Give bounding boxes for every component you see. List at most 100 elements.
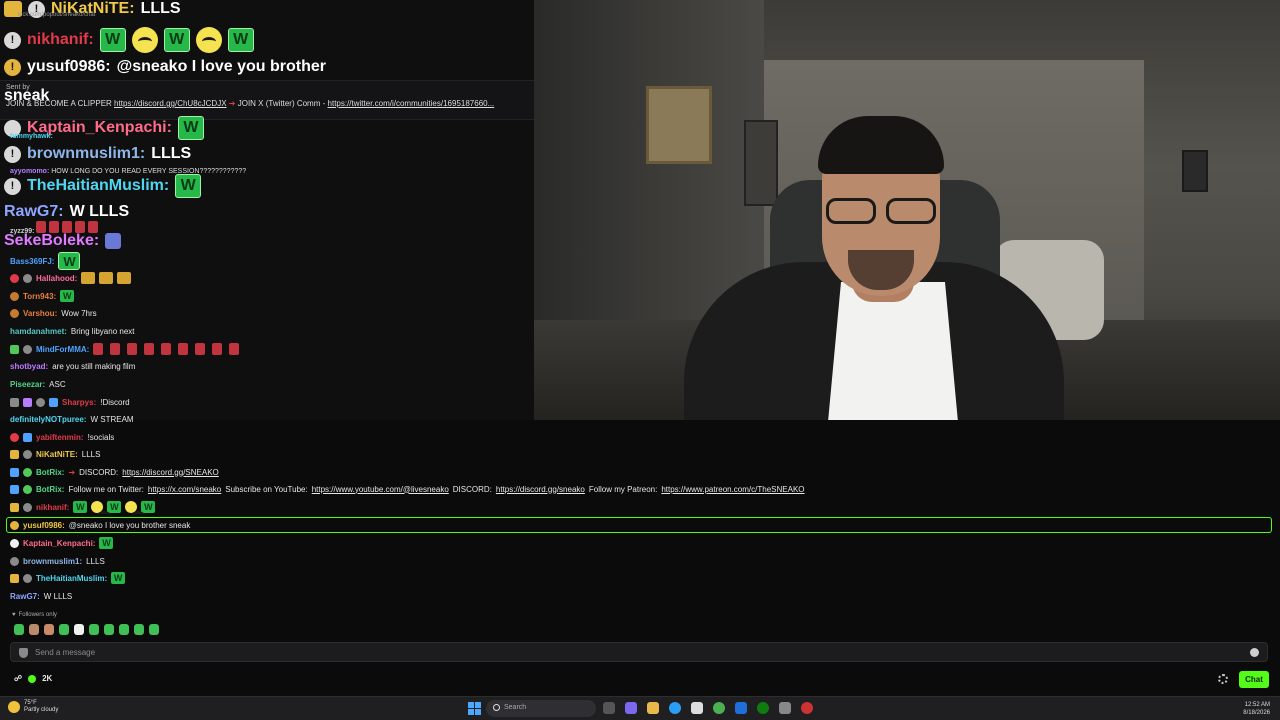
xbox-icon[interactable] — [757, 702, 769, 714]
chat-username[interactable]: definitelyNOTpuree: — [10, 415, 86, 424]
emote-icon — [110, 343, 121, 355]
chat-username[interactable]: RawG7: — [10, 592, 40, 601]
chat-message: W LLLS — [43, 591, 73, 601]
emote-button-icon[interactable] — [44, 624, 54, 635]
chat-username[interactable]: Torn943: — [23, 292, 56, 301]
followers-only-notice: ♥ Followers only — [12, 612, 57, 618]
chat-message: Bring libyano next — [70, 326, 135, 336]
gift-badge-icon — [10, 520, 19, 530]
w-stream-emote-icon: W — [177, 116, 204, 140]
face-emote-icon — [125, 501, 146, 514]
youtube-link[interactable]: https://www.youtube.com/@livesneako — [312, 485, 449, 494]
message-input-box[interactable] — [10, 642, 1268, 662]
windows-start-icon[interactable] — [468, 702, 481, 715]
chat-username[interactable]: TheHaitianMuslim: — [36, 574, 107, 583]
chat-message: are you still making film — [52, 361, 136, 371]
chat-message: Wow 7hrs — [61, 308, 97, 318]
app-icon[interactable] — [779, 702, 791, 714]
emote-button-icon[interactable] — [119, 624, 129, 635]
w-emote-icon: W — [107, 501, 122, 513]
big-chat-line: RawG7: W LLLS — [4, 203, 129, 221]
chat-row-bot: BotRix: ➔ DISCORD: https://discord.gg/SN… — [10, 465, 219, 479]
chat-send-button[interactable]: Chat — [1239, 671, 1269, 688]
chat-username[interactable]: nikhanif: — [27, 31, 94, 49]
chat-username[interactable]: nikhanif: — [36, 503, 69, 512]
gift-badge-icon — [10, 502, 19, 512]
chat-message: W STREAM — [90, 414, 134, 424]
pinned-link[interactable]: https://discord.gg/ChU8cJCDJX — [114, 99, 227, 108]
file-explorer-icon[interactable] — [647, 702, 659, 714]
twitter-link[interactable]: https://x.com/sneako — [148, 485, 221, 494]
emote-button-icon[interactable] — [89, 624, 99, 635]
emote-button-icon[interactable] — [104, 624, 114, 635]
task-view-icon[interactable] — [603, 702, 615, 714]
chat-username[interactable]: yusuf0986: — [23, 521, 65, 530]
pinned-banner: Sent by JOIN & BECOME A CLIPPER https://… — [0, 80, 534, 120]
emote-button-icon[interactable] — [74, 624, 84, 635]
viewer-count: ☍ 2K — [14, 674, 52, 683]
system-clock[interactable]: 12:52 AM 8/18/2026 — [1243, 701, 1270, 717]
chat-username[interactable]: BotRix: — [36, 485, 64, 494]
pinned-link[interactable]: https://twitter.com/i/communities/169518… — [328, 99, 495, 108]
chat-username[interactable]: BotRix: — [36, 468, 64, 477]
chat-message: ASC — [49, 379, 66, 389]
app-icon[interactable] — [735, 702, 747, 714]
chat-username[interactable]: TheHaitianMuslim: — [27, 177, 169, 195]
chat-username[interactable]: Hallahood: — [36, 274, 77, 283]
send-message-input[interactable] — [35, 646, 1235, 659]
verified-badge-icon: ! — [4, 177, 21, 195]
crown-badge-icon — [10, 449, 19, 459]
chat-username[interactable]: Sharpys: — [62, 398, 96, 407]
emote-button-icon[interactable] — [29, 624, 39, 635]
big-chat-line: ! brownmuslim1: LLLS — [4, 145, 191, 163]
chat-username[interactable]: Varshou: — [23, 309, 57, 318]
chat-username[interactable]: tummyhawk: — [10, 133, 53, 140]
emoji-icon[interactable] — [1250, 648, 1259, 657]
chat-username[interactable]: NiKatNiTE: — [36, 450, 78, 459]
edge-icon[interactable] — [669, 702, 681, 714]
w-emote-icon: W — [141, 501, 156, 513]
shield-icon — [19, 648, 28, 658]
emote-button-icon[interactable] — [14, 624, 24, 635]
chat-username[interactable]: shotbyad: — [10, 362, 48, 371]
sub-badge-icon — [23, 432, 32, 442]
glasses — [822, 198, 940, 224]
chat-message: !Discord — [100, 397, 130, 407]
chat-row: definitelyNOTpuree: W STREAM — [10, 412, 134, 426]
app-icon[interactable] — [801, 702, 813, 714]
chat-username[interactable]: brownmuslim1: — [23, 557, 82, 566]
chat-username[interactable]: Bass369FJ: — [10, 257, 54, 266]
emote-button-icon[interactable] — [59, 624, 69, 635]
chat-row: nikhanif: W W W — [10, 500, 156, 514]
chat-username[interactable]: Piseezar: — [10, 380, 45, 389]
emote-button-icon[interactable] — [149, 624, 159, 635]
weather-widget[interactable]: 75°F Partly cloudy — [8, 700, 58, 714]
chat-username[interactable]: yabiftenmin: — [36, 433, 84, 442]
streamer-shirt — [828, 282, 958, 420]
store-icon[interactable] — [691, 702, 703, 714]
taskbar-search[interactable]: Search — [486, 700, 596, 717]
app-icon[interactable] — [625, 702, 637, 714]
emote-icon — [93, 343, 104, 355]
pin-icon: ➔ — [228, 99, 236, 108]
chat-row: RawG7: W LLLS — [10, 589, 72, 603]
emote-icon — [144, 343, 155, 355]
link-icon[interactable]: ☍ — [14, 674, 22, 683]
w-stream-emote-icon: W — [227, 28, 254, 52]
discord-link[interactable]: https://discord.gg/sneako — [496, 485, 585, 494]
chat-username[interactable]: RawG7: — [4, 203, 64, 221]
chrome-icon[interactable] — [713, 702, 725, 714]
patreon-link[interactable]: https://www.patreon.com/c/TheSNEAKO — [661, 485, 804, 494]
emote-button-icon[interactable] — [134, 624, 144, 635]
w-emote-icon: W — [60, 290, 75, 302]
chat-username[interactable]: Kaptain_Kenpachi: — [23, 539, 95, 548]
discord-link[interactable]: https://discord.gg/SNEAKO — [122, 468, 219, 477]
chat-username[interactable]: MindForMMA: — [36, 345, 89, 354]
gear-icon[interactable] — [1218, 674, 1228, 684]
chat-username[interactable]: hamdanahmet: — [10, 327, 67, 336]
chat-message: Subscribe on YouTube: — [225, 484, 308, 494]
chat-username[interactable]: SekeBoleke: — [4, 232, 99, 250]
chat-username[interactable]: yusuf0986: — [27, 58, 111, 76]
emote-icon — [178, 343, 189, 355]
chat-username[interactable]: brownmuslim1: — [27, 145, 145, 163]
